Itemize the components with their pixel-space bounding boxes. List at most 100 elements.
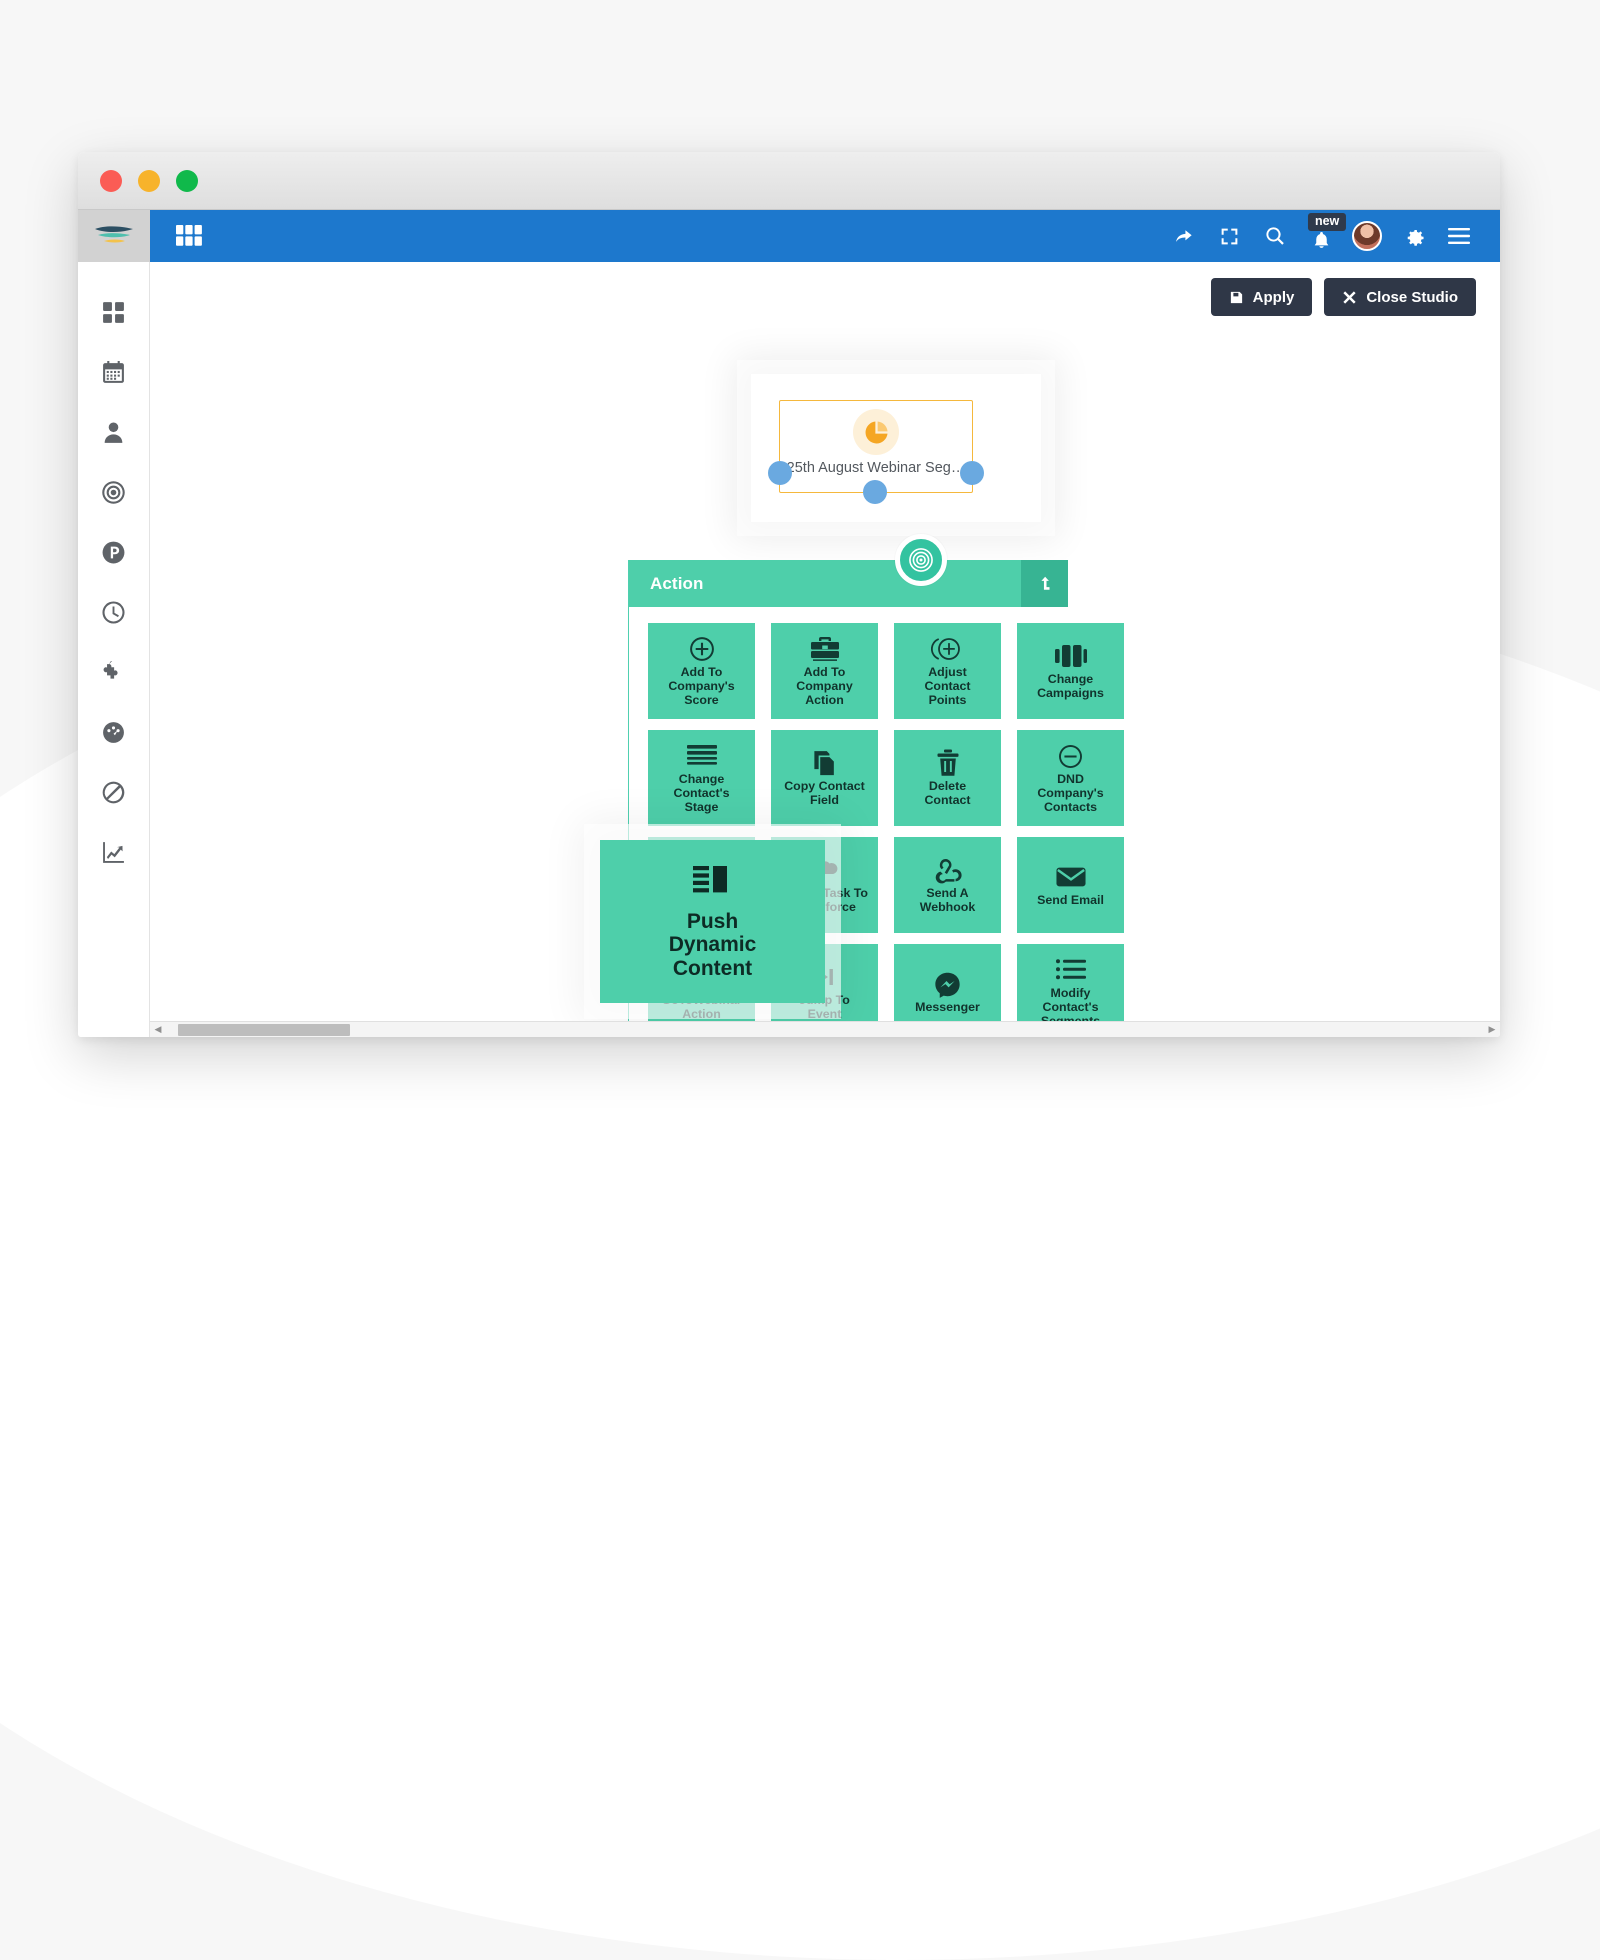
dragged-action-tile[interactable]: Push Dynamic Content <box>600 840 825 1003</box>
action-tile-label: Send Email <box>1035 894 1106 908</box>
action-tile-label: Change Contact's Stage <box>672 773 732 815</box>
studio-canvas[interactable]: Apply Close Studio <box>150 262 1500 1037</box>
action-tile[interactable]: Send Email <box>1017 837 1124 933</box>
target-icon <box>101 480 126 505</box>
segment-node[interactable]: 25th August Webinar Seg… <box>751 374 1041 522</box>
close-window-button[interactable] <box>100 170 122 192</box>
sidebar-item-history[interactable] <box>94 592 134 632</box>
search-icon <box>1264 225 1286 247</box>
collapse-palette-button[interactable] <box>1021 560 1068 607</box>
clock-icon <box>101 600 126 625</box>
action-tile[interactable]: Change Campaigns <box>1017 623 1124 719</box>
campaign-bars-icon <box>1055 641 1087 671</box>
window-titlebar <box>78 152 1500 210</box>
segment-node-label: 25th August Webinar Seg… <box>787 460 966 476</box>
settings-button[interactable] <box>1390 210 1436 262</box>
action-palette-title: Action <box>629 574 703 594</box>
arrow-up-turn-icon <box>1036 575 1054 593</box>
action-tile-label: Messenger <box>913 1001 982 1015</box>
sidebar-item-contacts[interactable] <box>94 412 134 452</box>
messenger-icon <box>934 969 961 999</box>
action-tile-label: Adjust Contact Points <box>922 666 972 708</box>
fullscreen-button[interactable] <box>1206 210 1252 262</box>
sidebar-item-dashboard[interactable] <box>94 292 134 332</box>
segment-port-left[interactable] <box>768 461 792 485</box>
action-tile[interactable]: Add To Company's Score <box>648 623 755 719</box>
sidebar-item-integrations[interactable] <box>94 652 134 692</box>
share-button[interactable] <box>1160 210 1206 262</box>
action-tile[interactable]: Delete Contact <box>894 730 1001 826</box>
sidebar-item-suppression[interactable] <box>94 772 134 812</box>
close-studio-button[interactable]: Close Studio <box>1324 278 1476 316</box>
segment-node-body[interactable]: 25th August Webinar Seg… <box>779 400 973 493</box>
action-tile-label: Send A Webhook <box>918 887 978 915</box>
profile-button[interactable] <box>1344 210 1390 262</box>
action-tile-label: Delete Contact <box>922 780 972 808</box>
sidebar-icon-list <box>94 262 134 872</box>
canvas-action-buttons: Apply Close Studio <box>1211 278 1476 316</box>
close-icon <box>1342 290 1357 305</box>
connector-node[interactable] <box>895 534 947 586</box>
briefcase-icon <box>810 634 840 664</box>
sidebar-item-pages[interactable] <box>94 532 134 572</box>
grid-icon <box>101 300 126 325</box>
menu-button[interactable] <box>1436 210 1482 262</box>
apply-label: Apply <box>1253 289 1295 306</box>
apply-button[interactable]: Apply <box>1211 278 1313 316</box>
action-tile[interactable]: Add To Company Action <box>771 623 878 719</box>
avatar <box>1352 221 1382 251</box>
puzzle-icon <box>101 660 126 685</box>
stacked-lines-icon <box>687 741 717 771</box>
pie-chart-icon <box>853 409 899 455</box>
minus-circle-icon <box>1057 741 1084 771</box>
segment-port-bottom[interactable] <box>863 480 887 504</box>
action-tile[interactable]: Change Contact's Stage <box>648 730 755 826</box>
brand-logo[interactable] <box>78 210 150 262</box>
bell-icon <box>1311 230 1332 251</box>
minimize-window-button[interactable] <box>138 170 160 192</box>
action-tile-label: DND Company's Contacts <box>1035 773 1105 815</box>
sidebar-item-segments[interactable] <box>94 472 134 512</box>
search-button[interactable] <box>1252 210 1298 262</box>
person-icon <box>101 420 126 445</box>
brand-logo-icon <box>91 223 137 249</box>
horizontal-scrollbar[interactable]: ◀ ▶ <box>150 1021 1500 1037</box>
action-tile[interactable]: Send A Webhook <box>894 837 1001 933</box>
main-area: new <box>150 210 1500 1037</box>
sidebar-item-performance[interactable] <box>94 712 134 752</box>
notifications-button[interactable]: new <box>1298 210 1344 262</box>
envelope-icon <box>1056 862 1086 892</box>
expand-icon <box>1219 226 1240 247</box>
notification-badge: new <box>1308 213 1346 231</box>
sidebar-item-calendar[interactable] <box>94 352 134 392</box>
action-tile-label: Add To Company's Score <box>666 666 736 708</box>
share-arrow-icon <box>1172 225 1195 248</box>
copy-icon <box>811 748 838 778</box>
action-tile[interactable]: Copy Contact Field <box>771 730 878 826</box>
app-body: new <box>78 210 1500 1037</box>
target-icon <box>908 547 934 573</box>
browser-window: new <box>78 152 1500 1037</box>
scroll-right-arrow[interactable]: ▶ <box>1484 1024 1500 1035</box>
save-icon <box>1229 290 1244 305</box>
trash-icon <box>936 748 960 778</box>
dynamic-content-icon <box>693 863 733 902</box>
maximize-window-button[interactable] <box>176 170 198 192</box>
action-tile-label: Add To Company Action <box>794 666 854 708</box>
p-circle-icon <box>101 540 126 565</box>
dragged-tile-label: Push Dynamic Content <box>669 910 757 979</box>
sidebar-item-reports[interactable] <box>94 832 134 872</box>
segment-port-right[interactable] <box>960 461 984 485</box>
plus-circle-icon <box>688 634 716 664</box>
apps-grid-icon[interactable] <box>176 225 202 247</box>
speedometer-icon <box>101 720 126 745</box>
scrollbar-thumb[interactable] <box>178 1024 350 1036</box>
list-icon <box>1056 955 1086 985</box>
trending-up-icon <box>101 840 126 865</box>
action-tile[interactable]: DND Company's Contacts <box>1017 730 1124 826</box>
sidebar-rail <box>78 210 150 1037</box>
action-palette-header: Action <box>629 560 1068 607</box>
scrollbar-track[interactable] <box>166 1022 1484 1038</box>
scroll-left-arrow[interactable]: ◀ <box>150 1024 166 1035</box>
action-tile[interactable]: Adjust Contact Points <box>894 623 1001 719</box>
